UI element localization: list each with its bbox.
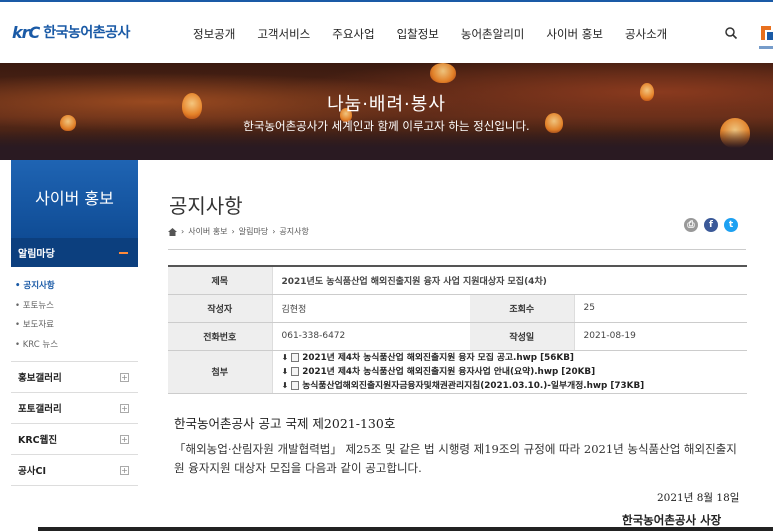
sidebar-heading: 사이버 홍보: [11, 160, 138, 238]
site-logo[interactable]: krC 한국농어촌공사: [12, 22, 130, 42]
nav-item-about[interactable]: 공사소개: [625, 26, 667, 42]
site-header: krC 한국농어촌공사 정보공개 고객서비스 주요사업 입찰정보 농어촌알리미 …: [0, 0, 773, 63]
divider: [168, 249, 746, 250]
nav-item-bid[interactable]: 입찰정보: [397, 26, 439, 42]
sidebar-item-photo-gallery[interactable]: 포토갤러리 +: [11, 393, 138, 424]
phone-label: 전화번호: [168, 322, 272, 351]
sidebar-sub-list: • 공지사항 • 포토뉴스 • 보도자료 • KRC 뉴스: [11, 267, 138, 362]
nav-item-cyber-pr[interactable]: 사이버 홍보: [546, 26, 603, 42]
sidebar-sub-item-krc-news[interactable]: • KRC 뉴스: [15, 336, 138, 356]
partner-logo-icon: [759, 26, 773, 49]
facebook-icon[interactable]: f: [704, 218, 718, 232]
sidebar: 사이버 홍보 알림마당 • 공지사항 • 포토뉴스 • 보도자료 • KRC 뉴…: [11, 160, 138, 486]
views-label: 조회수: [470, 294, 574, 323]
sidebar-item-ci[interactable]: 공사CI +: [11, 455, 138, 486]
phone-value: 061-338-6472: [271, 322, 470, 351]
breadcrumb-item[interactable]: 사이버 홍보: [188, 226, 227, 237]
nav-item-info[interactable]: 정보공개: [193, 26, 235, 42]
plus-icon: +: [120, 372, 129, 382]
divider: [38, 527, 773, 531]
sidebar-item-label: 포토갤러리: [18, 404, 62, 415]
page-title: 공지사항: [169, 194, 243, 218]
notice-detail-table: 제목 2021년도 농식품산업 해외진출지원 융자 사업 지원대상자 모집(4차…: [168, 265, 747, 394]
hwp-file-icon: [291, 381, 300, 390]
title-label: 제목: [168, 266, 272, 295]
share-tools: ⎙ f t: [684, 218, 738, 232]
notice-signer: 한국농어촌공사 사장: [622, 513, 722, 527]
sidebar-group-label: 알림마당: [18, 249, 55, 260]
print-icon[interactable]: ⎙: [684, 218, 698, 232]
banner-subtitle: 한국농어촌공사가 세계인과 함께 이루고자 하는 정신입니다.: [243, 119, 530, 133]
notice-number: 한국농어촌공사 공고 국제 제2021-130호: [174, 416, 396, 431]
hero-banner: 나눔·배려·봉사 한국농어촌공사가 세계인과 함께 이루고자 하는 정신입니다.: [0, 63, 773, 160]
nav-item-business[interactable]: 주요사업: [332, 26, 374, 42]
download-icon: ⬇: [281, 380, 289, 390]
date-label: 작성일: [470, 322, 574, 351]
hwp-file-icon: [291, 367, 300, 376]
attachment-name: 농식품산업해외진출지원자금융자및채권관리지침(2021.03.10.)-일부개정…: [302, 380, 645, 391]
attachment-list: ⬇ 2021년 제4차 농식품산업 해외진출지원 융자 모집 공고.hwp [5…: [271, 350, 748, 394]
plus-icon: +: [120, 403, 129, 413]
notice-date: 2021년 8월 18일: [657, 492, 740, 504]
sidebar-sub-item-photo-news[interactable]: • 포토뉴스: [15, 297, 138, 317]
sidebar-sub-item-notice[interactable]: • 공지사항: [15, 277, 138, 297]
download-icon: ⬇: [281, 352, 289, 362]
notice-body: 한국농어촌공사 공고 국제 제2021-130호 「해외농업·산림자원 개발협력…: [174, 413, 746, 478]
nav-item-notice[interactable]: 농어촌알리미: [461, 26, 524, 42]
breadcrumb-item[interactable]: 알림마당: [239, 226, 268, 237]
minus-icon: [119, 251, 128, 254]
sidebar-item-webzine[interactable]: KRC웹진 +: [11, 424, 138, 455]
author-label: 작성자: [168, 294, 272, 323]
main-nav: 정보공개 고객서비스 주요사업 입찰정보 농어촌알리미 사이버 홍보 공사소개: [193, 26, 689, 42]
banner-title: 나눔·배려·봉사: [327, 94, 446, 115]
attachment-name: 2021년 제4차 농식품산업 해외진출지원 융자사업 안내(요약).hwp […: [302, 366, 596, 377]
attachment-link[interactable]: ⬇ 2021년 제4차 농식품산업 해외진출지원 융자 모집 공고.hwp [5…: [282, 351, 748, 365]
views-value: 25: [573, 294, 747, 323]
twitter-icon[interactable]: t: [724, 218, 738, 232]
date-value: 2021-08-19: [573, 322, 747, 351]
search-icon[interactable]: [724, 26, 738, 40]
author-value: 김현정: [271, 294, 470, 323]
sidebar-item-label: 공사CI: [18, 466, 46, 477]
nav-item-customer[interactable]: 고객서비스: [257, 26, 310, 42]
logo-text: 한국농어촌공사: [43, 25, 130, 41]
breadcrumb-item: 공지사항: [279, 227, 309, 236]
logo-mark: krC: [12, 22, 40, 42]
crowd-silhouette: [0, 130, 773, 160]
sidebar-sub-item-press[interactable]: • 보도자료: [15, 316, 138, 336]
plus-icon: +: [120, 465, 129, 475]
sidebar-group-notice[interactable]: 알림마당: [11, 238, 138, 267]
sidebar-item-label: 홍보갤러리: [18, 373, 62, 384]
lantern-decoration: [430, 63, 456, 83]
download-icon: ⬇: [281, 366, 289, 376]
hwp-file-icon: [291, 353, 300, 362]
breadcrumb-separator: ›: [181, 227, 185, 236]
breadcrumb: › 사이버 홍보 › 알림마당 › 공지사항: [168, 226, 309, 237]
breadcrumb-separator: ›: [231, 227, 235, 236]
attach-label: 첨부: [168, 350, 272, 394]
sidebar-item-pr-gallery[interactable]: 홍보갤러리 +: [11, 362, 138, 393]
breadcrumb-separator: ›: [272, 227, 276, 236]
notice-title: 2021년도 농식품산업 해외진출지원 융자 사업 지원대상자 모집(4차): [271, 266, 747, 295]
sidebar-item-label: KRC웹진: [18, 435, 58, 446]
attachment-link[interactable]: ⬇ 농식품산업해외진출지원자금융자및채권관리지침(2021.03.10.)-일부…: [282, 379, 748, 393]
home-icon[interactable]: [168, 227, 177, 236]
attachment-link[interactable]: ⬇ 2021년 제4차 농식품산업 해외진출지원 융자사업 안내(요약).hwp…: [282, 365, 748, 379]
attachment-name: 2021년 제4차 농식품산업 해외진출지원 융자 모집 공고.hwp [56K…: [302, 352, 574, 363]
notice-text: 「해외농업·산림자원 개발협력법」 제25조 및 같은 법 시행령 제19조의 …: [174, 442, 737, 475]
plus-icon: +: [120, 434, 129, 444]
